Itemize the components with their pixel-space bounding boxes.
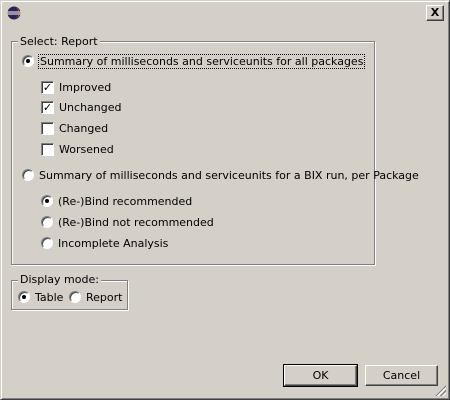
checkbox-changed[interactable]: Changed xyxy=(41,120,108,136)
radio-summary-bix-indicator[interactable] xyxy=(22,169,34,181)
checkbox-unchanged-box[interactable]: ✓ xyxy=(41,100,54,114)
radio-rebind-not-recommended-label: (Re-)Bind not recommended xyxy=(58,215,214,229)
checkbox-worsened-box[interactable] xyxy=(41,142,54,156)
title-bar: X xyxy=(4,4,446,22)
radio-display-table[interactable]: Table xyxy=(18,289,63,305)
checkbox-worsened[interactable]: Worsened xyxy=(41,141,114,157)
checkbox-improved-box[interactable]: ✓ xyxy=(41,80,54,94)
radio-incomplete-analysis-label: Incomplete Analysis xyxy=(58,236,169,250)
checkbox-unchanged[interactable]: ✓ Unchanged xyxy=(41,99,122,115)
checkbox-worsened-label: Worsened xyxy=(59,142,114,156)
radio-summary-all-label: Summary of milliseconds and serviceunits… xyxy=(37,53,366,69)
radio-display-report-indicator[interactable] xyxy=(69,291,81,303)
radio-display-report[interactable]: Report xyxy=(69,289,122,305)
radio-display-report-label: Report xyxy=(86,290,123,304)
radio-rebind-recommended-indicator[interactable] xyxy=(41,195,53,207)
radio-summary-bix[interactable]: Summary of milliseconds and serviceunits… xyxy=(22,167,419,183)
report-group-legend: Select: Report xyxy=(18,35,100,48)
ok-button[interactable]: OK xyxy=(283,364,358,387)
checkbox-improved[interactable]: ✓ Improved xyxy=(41,79,111,95)
eclipse-app-icon xyxy=(7,6,21,20)
radio-incomplete-analysis-indicator[interactable] xyxy=(41,237,53,249)
radio-summary-all[interactable]: Summary of milliseconds and serviceunits… xyxy=(22,53,366,69)
radio-rebind-recommended[interactable]: (Re-)Bind recommended xyxy=(41,193,192,209)
resize-grip[interactable] xyxy=(434,384,446,396)
checkbox-unchanged-label: Unchanged xyxy=(59,100,122,114)
checkbox-changed-box[interactable] xyxy=(41,121,54,135)
display-mode-legend: Display mode: xyxy=(18,273,101,286)
radio-display-table-label: Table xyxy=(35,290,64,304)
cancel-button[interactable]: Cancel xyxy=(365,365,438,386)
close-button[interactable]: X xyxy=(426,5,444,21)
radio-display-table-indicator[interactable] xyxy=(18,291,30,303)
dialog-window: X Select: Report Summary of milliseconds… xyxy=(0,0,450,400)
radio-summary-all-indicator[interactable] xyxy=(22,55,34,67)
checkbox-changed-label: Changed xyxy=(59,121,109,135)
radio-rebind-recommended-label: (Re-)Bind recommended xyxy=(58,194,193,208)
radio-summary-bix-label: Summary of milliseconds and serviceunits… xyxy=(39,168,419,182)
radio-rebind-not-recommended-indicator[interactable] xyxy=(41,216,53,228)
checkbox-improved-label: Improved xyxy=(59,80,112,94)
radio-incomplete-analysis[interactable]: Incomplete Analysis xyxy=(41,235,168,251)
radio-rebind-not-recommended[interactable]: (Re-)Bind not recommended xyxy=(41,214,214,230)
